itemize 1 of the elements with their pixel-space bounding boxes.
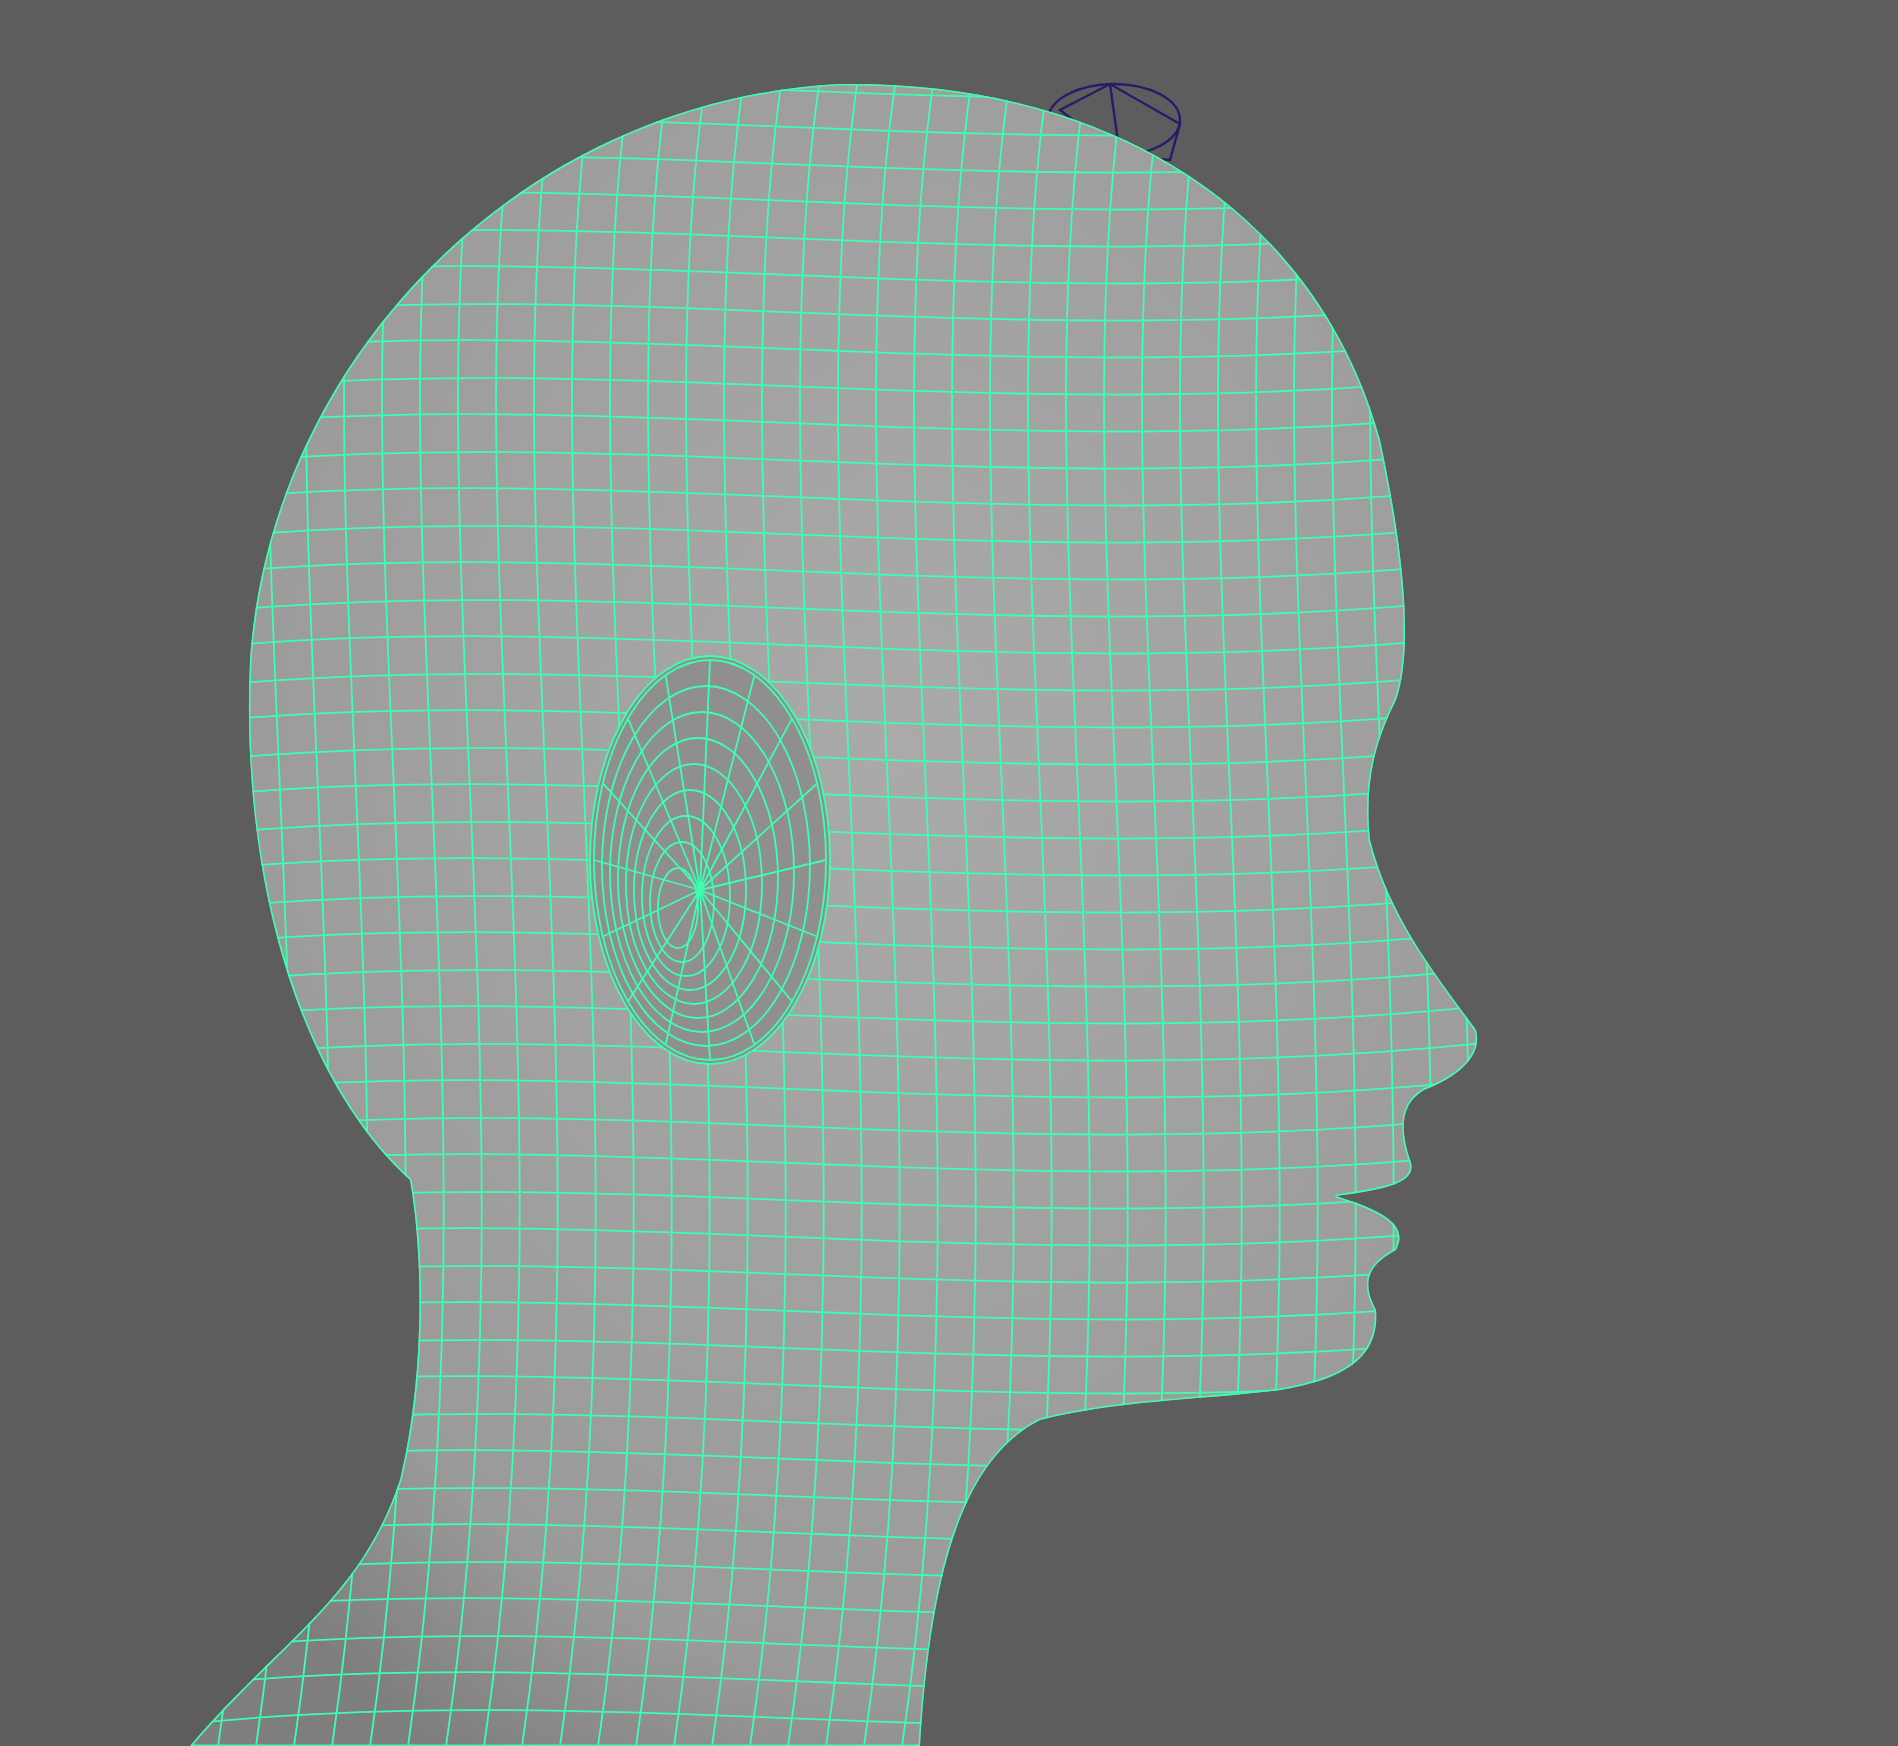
- head-mesh-drawing[interactable]: [190, 84, 1478, 1746]
